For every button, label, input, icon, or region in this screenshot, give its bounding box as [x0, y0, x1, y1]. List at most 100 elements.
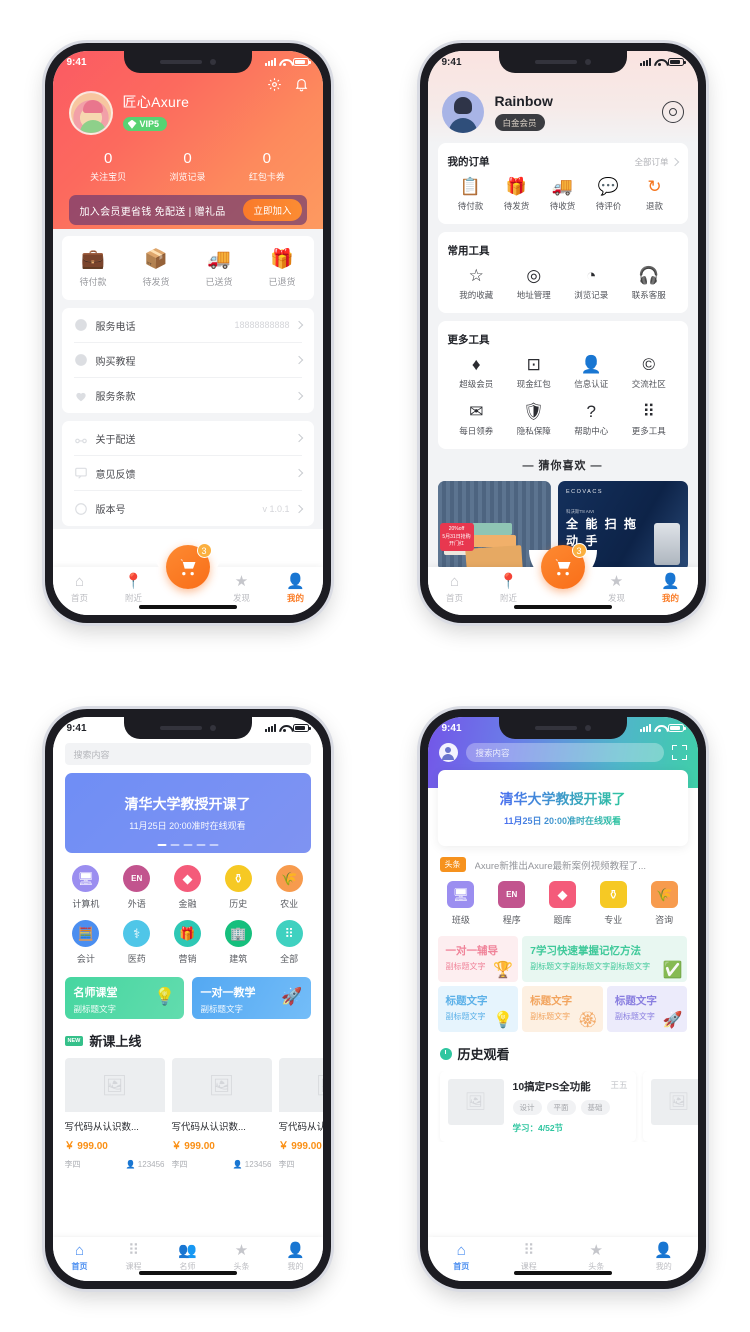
membership-promo-banner[interactable]: 加入会员更省钱 免配送 | 赠礼品 立即加入 [68, 195, 307, 225]
tab-mine[interactable]: 👤 我的 [644, 573, 698, 604]
tile-memory-method[interactable]: 7学习快速掌握记忆方法 副标题文字副标题文字副标题文字 ✅ [522, 936, 688, 982]
tab-nearby[interactable]: 📍 附近 [482, 573, 536, 604]
dot-2[interactable] [170, 844, 179, 846]
search-input[interactable]: 搜索内容 [465, 743, 664, 762]
search-input[interactable]: 搜索内容 [64, 743, 311, 765]
course-card[interactable]: 🖼 写代码从认识数... ￥ 999.00 李四 👤 123456 [64, 1058, 165, 1170]
tool-daily-coupon[interactable]: ✉ 每日领券 [448, 403, 506, 437]
feature-tile-one-on-one[interactable]: 一对一教学 副标题文字 🚀 [191, 977, 311, 1019]
category-program[interactable]: EN 程序 [486, 881, 537, 926]
tool-more[interactable]: ⠿ 更多工具 [620, 403, 678, 437]
order-status-returned[interactable]: 🎁 已退货 [251, 250, 314, 288]
bell-icon[interactable] [294, 77, 309, 92]
category-all[interactable]: ⠿ 全部 [264, 920, 315, 965]
category-computer[interactable]: 🖥 计算机 [61, 865, 112, 910]
list-item-purchase-tutorial[interactable]: 购买教程 [73, 343, 303, 378]
list-item-feedback[interactable]: 意见反馈 [73, 456, 303, 491]
tab-home[interactable]: ⌂ 首页 [428, 573, 482, 604]
tab-mine[interactable]: 👤 我的 [269, 1242, 323, 1272]
course-card[interactable]: 🖼 写代码从认识数... ￥ 999.00 李四 👤 123456 [171, 1058, 272, 1170]
category-question-bank[interactable]: ◆ 题库 [537, 881, 588, 926]
tile-generic-3[interactable]: 标题文字 副标题文字 🚀 [606, 986, 688, 1032]
tab-home[interactable]: ⌂ 首页 [53, 1242, 107, 1272]
category-marketing[interactable]: 🎁 营销 [162, 920, 213, 965]
tool-support[interactable]: 🎧 联系客服 [620, 267, 678, 301]
dot-5[interactable] [209, 844, 218, 846]
tool-identity-verify[interactable]: 👤 信息认证 [563, 356, 621, 390]
scan-icon[interactable] [671, 745, 687, 760]
all-orders-link[interactable]: 全部订单 [634, 156, 679, 168]
tool-privacy[interactable]: 🛡 隐私保障 [505, 403, 563, 437]
news-ticker[interactable]: 头条 Axure新推出Axure最新案例视频教程了... [428, 846, 698, 881]
list-item-about-delivery[interactable]: 关于配送 [73, 421, 303, 456]
order-status-pending-receipt[interactable]: 🚚 待收货 [540, 178, 586, 212]
order-status-pending-payment[interactable]: 📋 待付款 [448, 178, 494, 212]
tab-teachers[interactable]: 👥 名师 [161, 1242, 215, 1272]
order-status-pending-shipment[interactable]: 📦 待发货 [125, 250, 188, 288]
history-card[interactable]: 🖼 [642, 1071, 698, 1142]
tab-mine[interactable]: 👤 我的 [269, 573, 323, 604]
category-consulting[interactable]: 🌾 咨询 [639, 881, 690, 926]
promo-banner[interactable]: 清华大学教授开课了 11月25日 20:00准时在线观看 [64, 773, 311, 853]
settings-icon[interactable] [661, 101, 684, 123]
category-history[interactable]: ⚱ 历史 [213, 865, 264, 910]
order-status-pending-review[interactable]: 💬 待评价 [586, 178, 632, 212]
cart-icon [180, 559, 195, 576]
carousel-dots[interactable] [157, 844, 218, 846]
dot-1[interactable] [157, 844, 166, 846]
list-item-version[interactable]: 版本号 v 1.0.1 [74, 491, 303, 526]
course-card[interactable]: 🖼 写代码从认识数... ￥ 999.00 李四 👤 123456 [278, 1058, 323, 1170]
tool-help-center[interactable]: ? 帮助中心 [563, 403, 621, 437]
dot-3[interactable] [183, 844, 192, 846]
tool-history[interactable]: ◔ 浏览记录 [563, 267, 621, 301]
promo-banner[interactable]: 清华大学教授开课了 11月25日 20:00准时在线观看 [437, 770, 688, 846]
feature-tile-master-class[interactable]: 名师课堂 副标题文字 💡 [64, 977, 184, 1019]
tile-title: 标题文字 [614, 995, 657, 1007]
tab-courses[interactable]: ⠿ 课程 [107, 1242, 161, 1272]
category-finance[interactable]: ◆ 金融 [162, 865, 213, 910]
tab-nearby[interactable]: 📍 附近 [107, 573, 161, 604]
tab-courses[interactable]: ⠿ 课程 [495, 1242, 563, 1272]
tab-home[interactable]: ⌂ 首页 [53, 573, 107, 604]
history-card[interactable]: 🖼 10搞定PS全功能 王五 设计 平面 基础 学习：4/52节 [439, 1071, 636, 1142]
tool-super-member[interactable]: ♦ 超级会员 [448, 356, 506, 390]
tab-home[interactable]: ⌂ 首页 [428, 1242, 496, 1272]
category-architecture[interactable]: 🏢 建筑 [213, 920, 264, 965]
user-row[interactable]: Rainbow 白金会员 [441, 91, 684, 133]
category-accounting[interactable]: 🧮 会计 [61, 920, 112, 965]
tile-generic-1[interactable]: 标题文字 副标题文字 💡 [437, 986, 519, 1032]
tab-mine[interactable]: 👤 我的 [630, 1242, 698, 1272]
category-medicine[interactable]: ⚕ 医药 [111, 920, 162, 965]
order-status-refund[interactable]: ↻ 退款 [632, 178, 678, 212]
cart-fab-button[interactable]: 3 [540, 543, 587, 589]
tool-community[interactable]: © 交流社区 [620, 356, 678, 390]
tab-discover[interactable]: ★ 发现 [590, 573, 644, 604]
stat-history[interactable]: 0 浏览记录 [148, 150, 227, 183]
dot-4[interactable] [196, 844, 205, 846]
cart-fab-button[interactable]: 3 [165, 543, 212, 589]
join-now-button[interactable]: 立即加入 [243, 199, 302, 221]
category-agriculture[interactable]: 🌾 农业 [264, 865, 315, 910]
tool-cash-redpacket[interactable]: ⊡ 现金红包 [505, 356, 563, 390]
category-major[interactable]: ⚱ 专业 [588, 881, 639, 926]
category-language[interactable]: EN 外语 [111, 865, 162, 910]
tile-generic-2[interactable]: 标题文字 副标题文字 🏵 [522, 986, 603, 1032]
category-class[interactable]: 🖥 班级 [436, 881, 487, 926]
user-row[interactable]: 匠心Axure VIP5 [68, 91, 307, 135]
tool-address[interactable]: ◎ 地址管理 [505, 267, 563, 301]
tab-headlines[interactable]: ★ 头条 [215, 1242, 269, 1272]
stat-follow[interactable]: 0 关注宝贝 [69, 150, 148, 183]
user-circle-icon[interactable] [438, 743, 458, 762]
list-item-service-phone[interactable]: 服务电话 18888888888 [73, 308, 303, 343]
tile-one-on-one-tutoring[interactable]: 一对一辅导 副标题文字 🏆 [437, 936, 519, 982]
order-status-pending-shipment[interactable]: 🎁 待发货 [494, 178, 540, 212]
tab-discover[interactable]: ★ 发现 [215, 573, 269, 604]
tool-favorites[interactable]: ☆ 我的收藏 [448, 267, 506, 301]
stat-coupons[interactable]: 0 红包卡券 [227, 150, 306, 183]
status-time: 9:41 [66, 722, 87, 734]
order-status-delivered[interactable]: 🚚 已送货 [188, 250, 251, 288]
list-item-service-terms[interactable]: 服务条款 [74, 378, 303, 413]
tab-headlines[interactable]: ★ 头条 [563, 1242, 631, 1272]
order-status-pending-payment[interactable]: 💼 待付款 [62, 250, 125, 288]
gear-icon[interactable] [267, 77, 282, 92]
